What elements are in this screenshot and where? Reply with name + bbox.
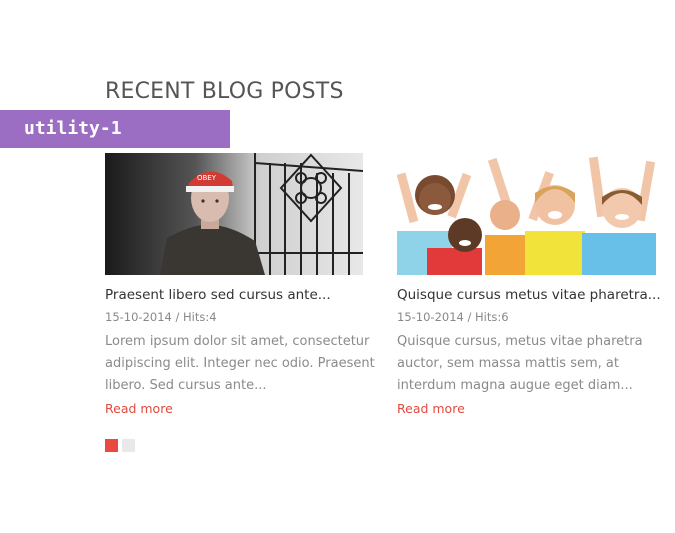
post-hits-label: Hits: [183, 310, 210, 324]
post-excerpt: Lorem ipsum dolor sit amet, consectetur … [105, 334, 375, 393]
boy-with-cap-photo: OBEY [105, 153, 363, 275]
post-excerpt: Quisque cursus, metus vitae pharetra auc… [397, 334, 643, 393]
svg-text:OBEY: OBEY [197, 174, 217, 182]
post-meta: 15-10-2014 / Hits:6 [397, 310, 675, 325]
section-title: RECENT BLOG POSTS [105, 79, 344, 104]
post-thumbnail-link[interactable]: OBEY [105, 153, 363, 275]
post-title-link[interactable]: Quisque cursus metus vitae pharetra... [397, 286, 675, 304]
position-badge: utility-1 [0, 110, 230, 148]
pager-dot-2[interactable] [122, 439, 135, 452]
meta-separator: / [467, 310, 476, 324]
meta-separator: / [175, 310, 184, 324]
post-hits: 6 [501, 310, 509, 324]
happy-children-photo [397, 153, 656, 275]
post-date: 15-10-2014 [397, 310, 464, 324]
post-meta: 15-10-2014 / Hits:4 [105, 310, 383, 325]
post-hits-label: Hits: [475, 310, 502, 324]
post-date: 15-10-2014 [105, 310, 172, 324]
recent-blog-posts-module: RECENT BLOG POSTS utility-1 OBEY Praesen… [0, 0, 675, 533]
blog-post-card: OBEY Praesent libero sed cursus ante... … [105, 153, 383, 417]
read-more-link[interactable]: Read more [397, 401, 465, 416]
post-title-link[interactable]: Praesent libero sed cursus ante... [105, 286, 383, 304]
blog-post-card: Quisque cursus metus vitae pharetra... 1… [397, 153, 675, 417]
post-hits: 4 [209, 310, 217, 324]
pager-dot-1[interactable] [105, 439, 118, 452]
post-thumbnail-link[interactable] [397, 153, 656, 275]
carousel-pager [105, 439, 135, 452]
read-more-link[interactable]: Read more [105, 401, 173, 416]
